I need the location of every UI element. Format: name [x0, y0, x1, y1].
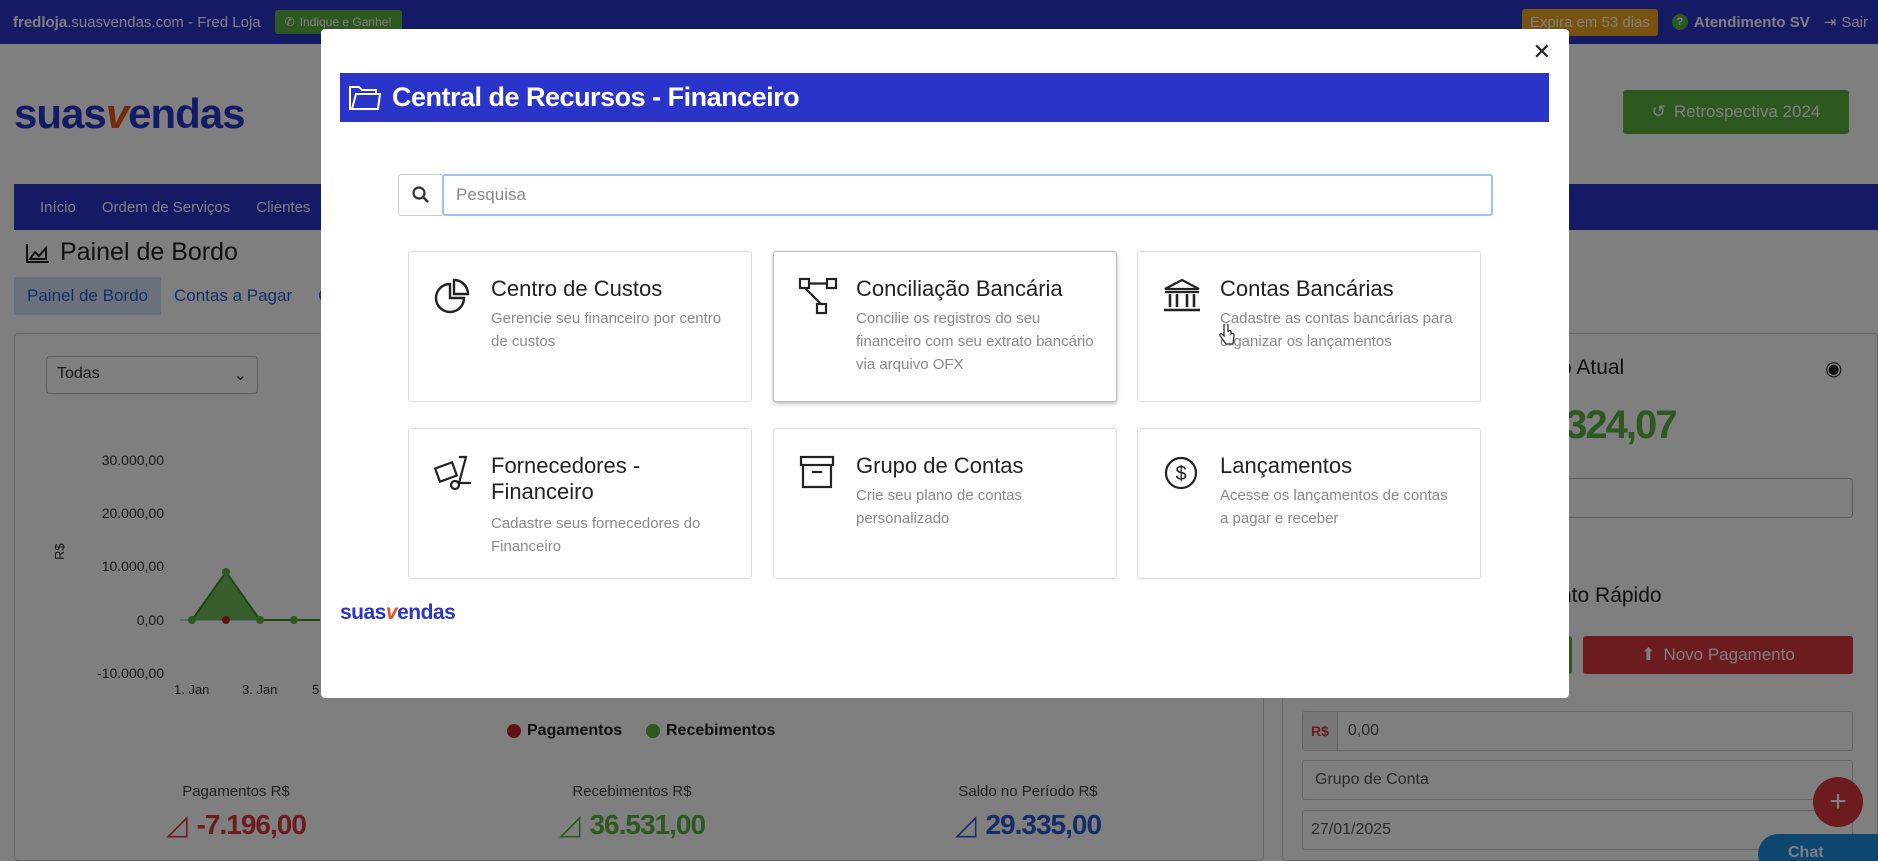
card-title: Centro de Custos — [491, 276, 663, 301]
central-recursos-modal: ✕ Central de Recursos - Financeiro Centr… — [321, 29, 1569, 698]
card-title: Grupo de Contas — [856, 453, 1024, 478]
modal-title: Central de Recursos - Financeiro — [392, 82, 800, 112]
card-description: Gerencie seu financeiro por centro de cu… — [491, 310, 722, 350]
card-title: Contas Bancárias — [1220, 276, 1394, 301]
svg-text:$: $ — [1175, 463, 1186, 485]
card-conciliacao-bancaria[interactable]: Conciliação Bancária Concilie os registr… — [773, 251, 1117, 402]
modal-footer-logo: suasvendas — [340, 601, 456, 624]
hand-cursor-icon — [1219, 324, 1235, 345]
modal-header: Central de Recursos - Financeiro — [340, 73, 1549, 122]
search-bar — [398, 174, 1493, 216]
card-grupo-contas[interactable]: Grupo de Contas Crie seu plano de contas… — [773, 428, 1117, 579]
card-description: Cadastre as contas bancárias para organi… — [1220, 310, 1453, 350]
card-centro-custos[interactable]: Centro de Custos Gerencie seu financeiro… — [408, 251, 752, 402]
close-icon[interactable]: ✕ — [1533, 39, 1551, 65]
bank-icon — [1164, 278, 1200, 312]
card-title: Conciliação Bancária — [856, 276, 1063, 301]
dolly-icon — [433, 455, 471, 491]
card-description: Concilie os registros do seu financeiro … — [856, 310, 1094, 373]
flow-connect-icon — [798, 277, 838, 315]
folder-icon — [349, 85, 382, 110]
dollar-circle-icon: $ — [1164, 456, 1198, 490]
archive-box-icon — [799, 455, 835, 489]
card-description: Crie seu plano de contas personalizado — [856, 487, 1022, 527]
card-title: Fornecedores - Financeiro — [491, 453, 641, 504]
card-title: Lançamentos — [1220, 453, 1353, 478]
card-description: Cadastre seus fornecedores do Financeiro — [491, 515, 701, 555]
card-fornecedores[interactable]: Fornecedores - Financeiro Cadastre seus … — [408, 428, 752, 579]
card-description: Acesse os lançamentos de contas a pagar … — [1220, 487, 1448, 527]
card-contas-bancarias[interactable]: Contas Bancárias Cadastre as contas banc… — [1137, 251, 1481, 402]
pie-chart-icon — [434, 278, 470, 314]
card-lancamentos[interactable]: $ Lançamentos Acesse os lançamentos de c… — [1137, 428, 1481, 579]
search-input[interactable] — [442, 174, 1493, 216]
search-icon[interactable] — [398, 174, 442, 216]
